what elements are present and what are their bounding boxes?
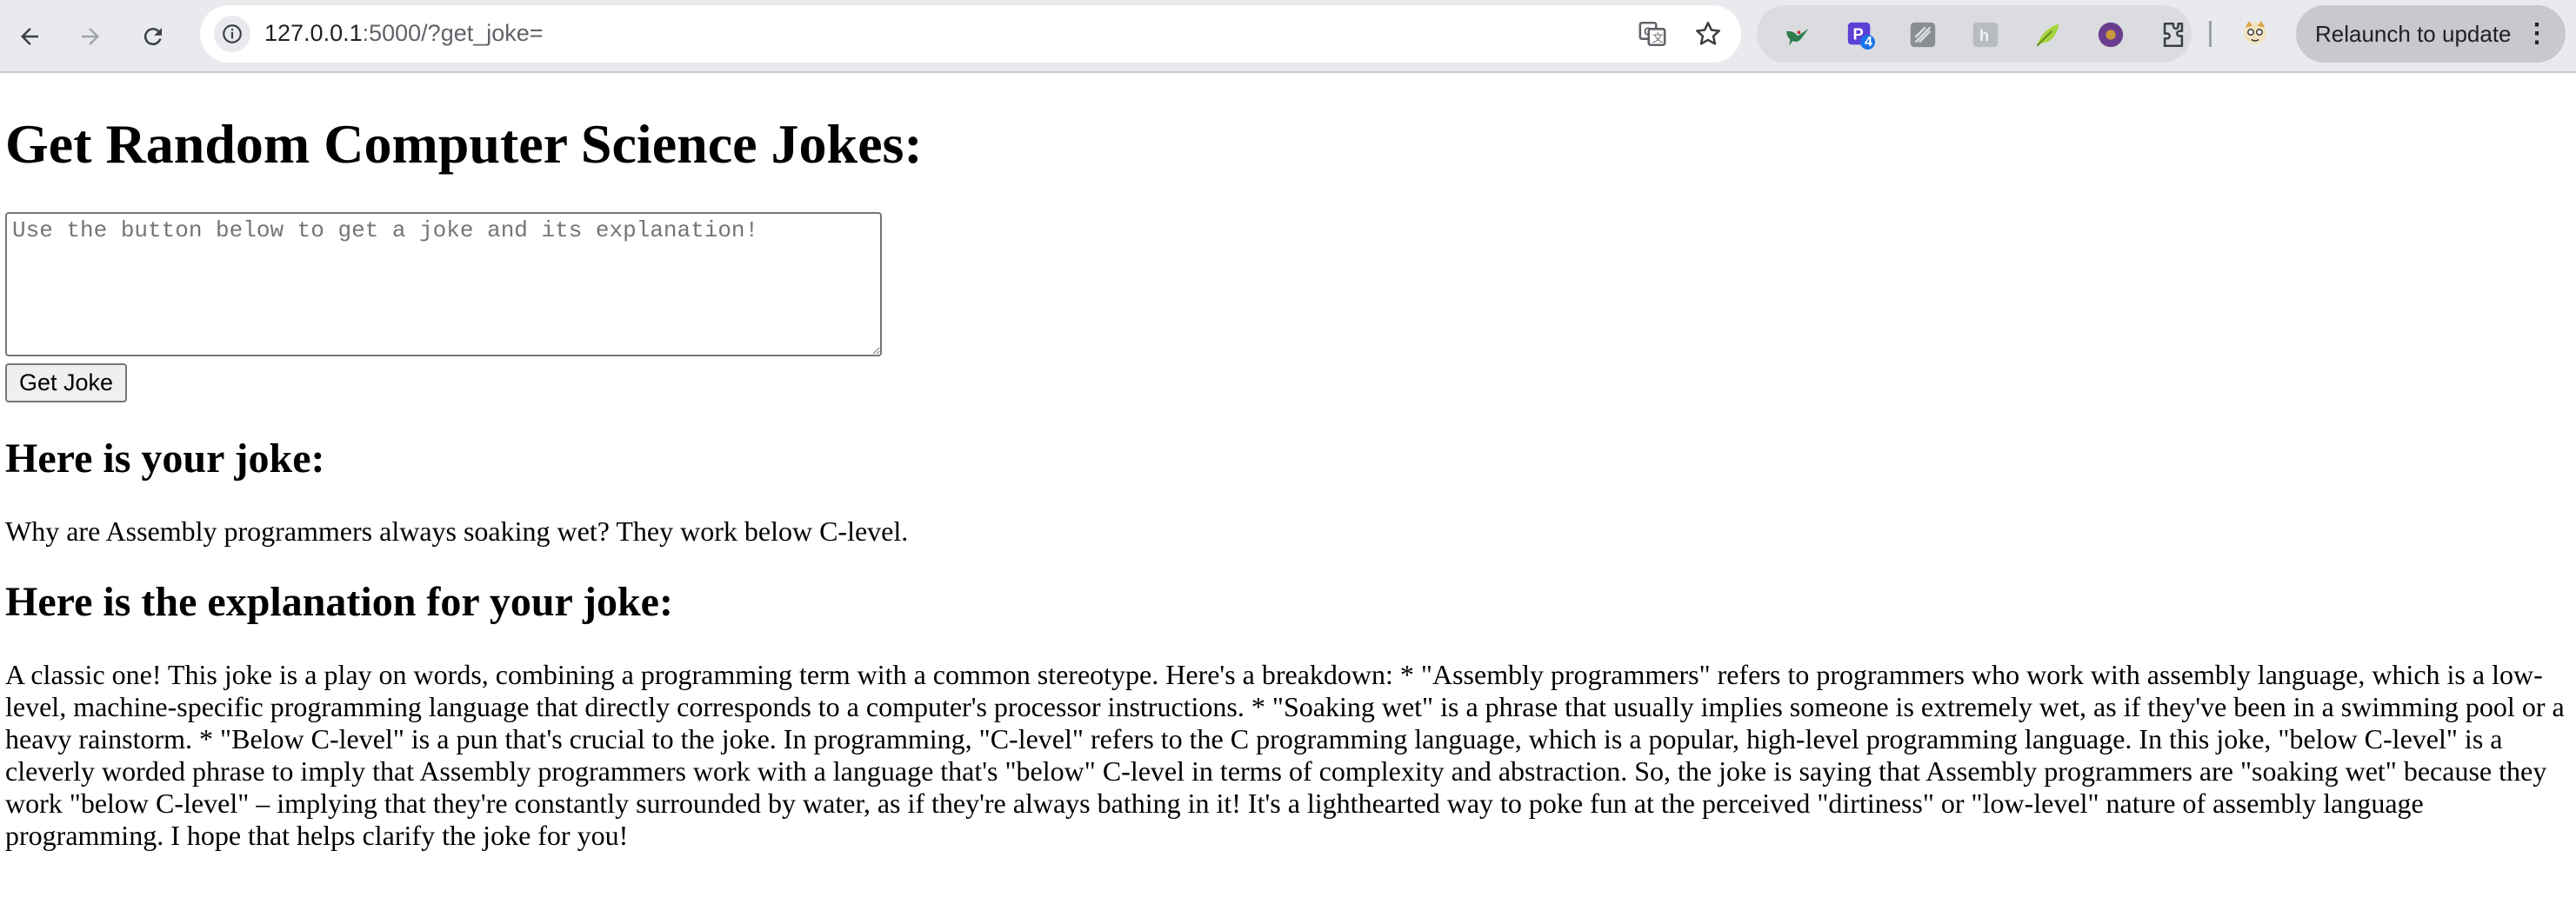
joke-textarea[interactable]	[5, 212, 882, 356]
profile-button[interactable]	[2240, 17, 2270, 47]
site-info-icon	[223, 24, 242, 43]
forward-button[interactable]	[70, 16, 111, 57]
joke-heading: Here is your joke:	[5, 435, 325, 482]
translate-button[interactable]: G文	[1637, 18, 1668, 50]
extension-badge-p[interactable]: P 4	[1845, 20, 1875, 50]
bookmark-button[interactable]	[1692, 18, 1724, 50]
h-box-icon: h	[1972, 22, 1999, 48]
address-bar[interactable]: 127.0.0.1:5000/?get_joke= G文	[200, 5, 1741, 63]
relaunch-label: Relaunch to update	[2315, 21, 2512, 47]
more-menu-icon[interactable]: ⋮	[2524, 5, 2550, 63]
extensions-strip: P 4 h	[1757, 5, 2192, 63]
extensions-menu-button[interactable]	[2159, 20, 2188, 50]
url-path: :5000/?get_joke=	[362, 20, 544, 46]
relaunch-update-button[interactable]: Relaunch to update ⋮	[2296, 5, 2566, 63]
extension-stripe[interactable]	[1908, 20, 1938, 50]
profile-avatar-icon	[2244, 21, 2266, 45]
explanation-text: A classic one! This joke is a play on wo…	[5, 659, 2565, 851]
get-joke-button[interactable]: Get Joke	[5, 363, 128, 402]
svg-text:h: h	[1979, 26, 1989, 44]
extension-leaf[interactable]	[2033, 20, 2063, 50]
explanation-heading: Here is the explanation for your joke:	[5, 579, 673, 625]
reload-icon	[143, 28, 162, 46]
page-title: Get Random Computer Science Jokes:	[5, 113, 923, 175]
extension-h[interactable]: h	[1971, 20, 2000, 50]
joke-text: Why are Assembly programmers always soak…	[5, 515, 909, 547]
site-info-button[interactable]	[214, 16, 250, 52]
back-icon	[21, 28, 38, 45]
translate-icon: G文	[1638, 21, 1666, 47]
page-content: Get Random Computer Science Jokes: Get J…	[5, 73, 2571, 852]
extension-hummingbird[interactable]	[1783, 20, 1812, 50]
reload-button[interactable]	[132, 16, 174, 57]
bookmark-star-icon	[1695, 21, 1721, 45]
forward-icon	[82, 28, 99, 45]
hummingbird-icon	[1786, 28, 1809, 46]
extension-count-badge: 4	[1865, 35, 1872, 50]
url-text[interactable]: 127.0.0.1:5000/?get_joke=	[264, 20, 544, 47]
striped-box-icon	[1910, 22, 1936, 48]
purple-circle-icon	[2098, 22, 2124, 48]
back-button[interactable]	[9, 16, 50, 57]
url-host: 127.0.0.1	[264, 20, 363, 46]
extensions-puzzle-icon	[2163, 22, 2184, 48]
svg-text:文: 文	[1652, 32, 1664, 45]
extension-purple-circle[interactable]	[2096, 20, 2126, 50]
toolbar-separator	[2209, 21, 2212, 47]
leaf-icon	[2036, 23, 2059, 47]
browser-toolbar: 127.0.0.1:5000/?get_joke= G文 P 4 h	[0, 0, 2576, 73]
